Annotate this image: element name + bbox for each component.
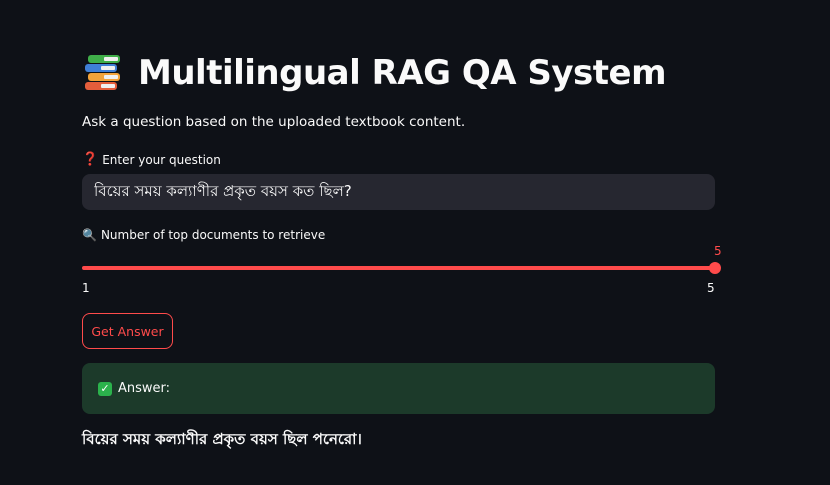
top-k-slider-thumb[interactable]: [709, 262, 721, 274]
question-mark-icon: ❓: [82, 152, 99, 167]
page-title: Multilingual RAG QA System: [82, 50, 667, 96]
question-label: ❓ Enter your question: [82, 152, 221, 167]
question-label-text: Enter your question: [102, 152, 221, 167]
page-subtitle: Ask a question based on the uploaded tex…: [82, 114, 466, 130]
get-answer-button[interactable]: Get Answer: [82, 313, 173, 349]
question-input[interactable]: [82, 174, 715, 210]
answer-text: বিয়ের সময় কল্যাণীর প্রকৃত বয়স ছিল পনে…: [82, 430, 362, 448]
slider-min-label: 1: [82, 281, 90, 295]
slider-max-label: 5: [707, 281, 715, 295]
app-page: Multilingual RAG QA System Ask a questio…: [0, 0, 830, 485]
answer-success-box: ✓ Answer:: [82, 363, 715, 414]
answer-label: Answer:: [118, 381, 171, 396]
page-title-text: Multilingual RAG QA System: [138, 53, 667, 93]
top-k-label-text: Number of top documents to retrieve: [100, 228, 326, 242]
books-icon: [82, 53, 126, 93]
slider-current-value: 5: [714, 244, 722, 258]
top-k-slider-track[interactable]: [82, 266, 715, 270]
top-k-label: 🔍 Number of top documents to retrieve: [82, 228, 325, 242]
check-icon: ✓: [98, 381, 112, 396]
magnifier-icon: 🔍: [82, 228, 97, 242]
